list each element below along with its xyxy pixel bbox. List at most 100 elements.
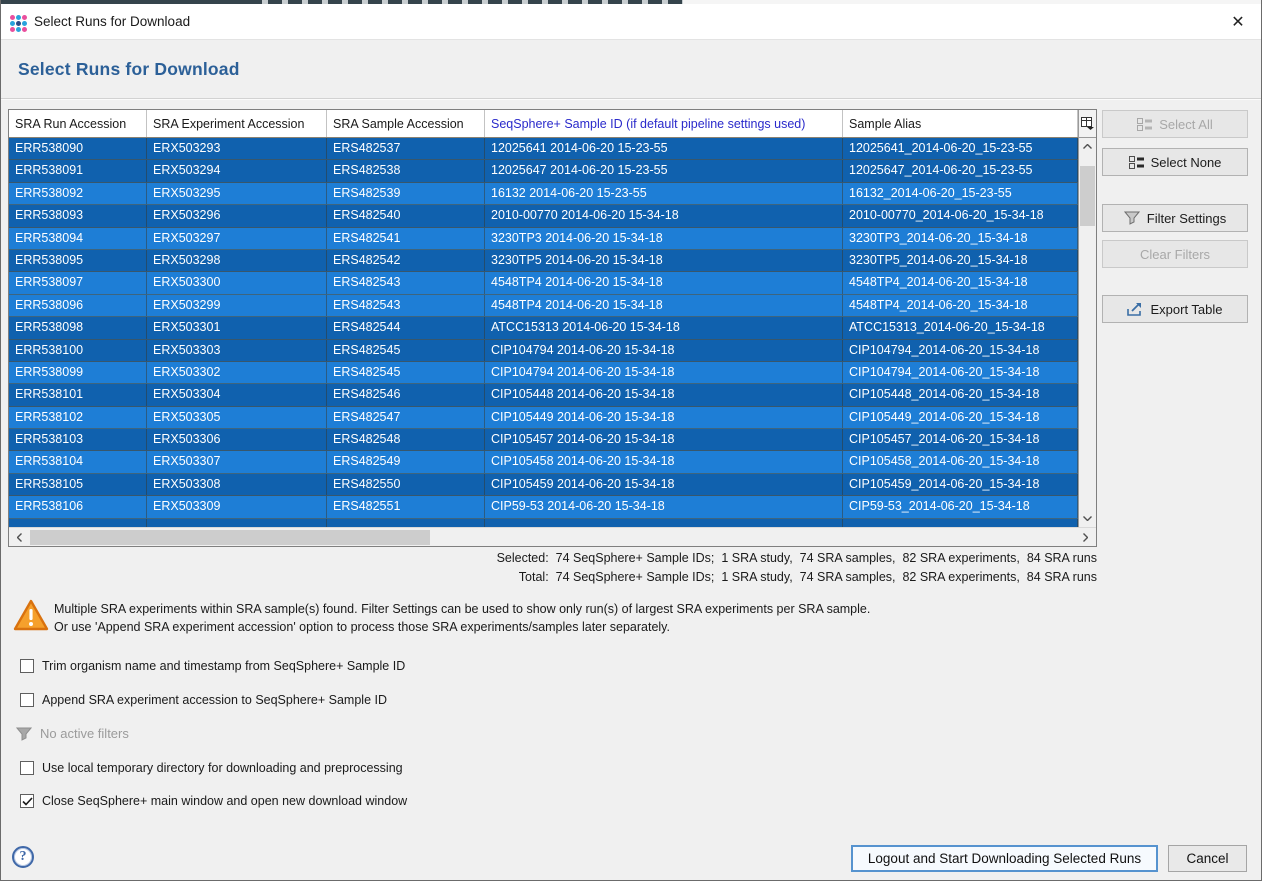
button-label: Clear Filters	[1140, 247, 1210, 262]
table-row[interactable]: ERR538091ERX503294ERS48253812025647 2014…	[9, 160, 1078, 182]
select-none-icon	[1129, 156, 1144, 169]
table-cell: 4548TP4_2014-06-20_15-34-18	[843, 272, 1078, 293]
table-cell: ERR538094	[9, 228, 147, 249]
table-cell: ATCC15313 2014-06-20 15-34-18	[485, 317, 843, 338]
table-row[interactable]: ERR538102ERX503305ERS482547CIP105449 201…	[9, 407, 1078, 429]
table-cell: ERX503298	[147, 250, 327, 271]
table-cell: CIP105459 2014-06-20 15-34-18	[485, 474, 843, 495]
table-cell: CIP105449 2014-06-20 15-34-18	[485, 407, 843, 428]
table-row[interactable]: ERR538098ERX503301ERS482544ATCC15313 201…	[9, 317, 1078, 339]
help-icon[interactable]: ?	[12, 846, 34, 868]
table-cell: CIP59-53_2014-06-20_15-34-18	[843, 496, 1078, 517]
table-row[interactable]: ERR538097ERX503300ERS4825434548TP4 2014-…	[9, 272, 1078, 294]
table-row[interactable]: ERR538104ERX503307ERS482549CIP105458 201…	[9, 451, 1078, 473]
option-label: Append SRA experiment accession to SeqSp…	[42, 693, 387, 707]
table-cell: 12025641_2014-06-20_15-23-55	[843, 138, 1078, 159]
table-row[interactable]: ERR538100ERX503303ERS482545CIP104794 201…	[9, 340, 1078, 362]
table-cell: ERX503299	[147, 295, 327, 316]
table-cell	[327, 519, 485, 527]
table-cell: ERX503296	[147, 205, 327, 226]
close-main-window-option[interactable]: Close SeqSphere+ main window and open ne…	[20, 794, 407, 808]
table-cell: ERS482549	[327, 451, 485, 472]
table-row[interactable]: ERR538095ERX503298ERS4825423230TP5 2014-…	[9, 250, 1078, 272]
table-cell: ERR538093	[9, 205, 147, 226]
table-cell: ERS482546	[327, 384, 485, 405]
table-cell: ERR538092	[9, 183, 147, 204]
filter-icon	[1124, 211, 1140, 225]
scroll-up-icon[interactable]	[1079, 138, 1096, 155]
table-cell: ERX503295	[147, 183, 327, 204]
table-row-partial[interactable]	[9, 519, 1078, 527]
table-row[interactable]: ERR538101ERX503304ERS482546CIP105448 201…	[9, 384, 1078, 406]
table-cell: CIP105457_2014-06-20_15-34-18	[843, 429, 1078, 450]
column-header[interactable]: SRA Experiment Accession	[147, 110, 327, 137]
local-temp-dir-checkbox[interactable]	[20, 761, 34, 775]
option-label: Use local temporary directory for downlo…	[42, 761, 403, 775]
filter-status-text: No active filters	[40, 726, 129, 741]
table-cell: 3230TP3_2014-06-20_15-34-18	[843, 228, 1078, 249]
export-table-button[interactable]: Export Table	[1102, 295, 1248, 323]
table-cell: ERS482551	[327, 496, 485, 517]
table-row[interactable]: ERR538096ERX503299ERS4825434548TP4 2014-…	[9, 295, 1078, 317]
table-cell: 2010-00770 2014-06-20 15-34-18	[485, 205, 843, 226]
table-cell	[485, 519, 843, 527]
scroll-down-icon[interactable]	[1079, 510, 1096, 527]
filter-settings-button[interactable]: Filter Settings	[1102, 204, 1248, 232]
table-cell: 16132 2014-06-20 15-23-55	[485, 183, 843, 204]
scroll-left-icon[interactable]	[11, 529, 28, 546]
close-main-window-checkbox[interactable]	[20, 794, 34, 808]
table-cell: ERX503294	[147, 160, 327, 181]
close-icon[interactable]: ✕	[1224, 11, 1252, 35]
append-accession-option[interactable]: Append SRA experiment accession to SeqSp…	[20, 693, 387, 707]
append-accession-checkbox[interactable]	[20, 693, 34, 707]
vertical-scrollbar[interactable]	[1078, 138, 1096, 527]
table-cell: ERX503306	[147, 429, 327, 450]
cancel-button[interactable]: Cancel	[1168, 845, 1247, 872]
table-cell: ERX503300	[147, 272, 327, 293]
logout-and-download-button[interactable]: Logout and Start Downloading Selected Ru…	[851, 845, 1158, 872]
trim-organism-checkbox[interactable]	[20, 659, 34, 673]
table-cell: ERR538102	[9, 407, 147, 428]
column-header[interactable]: Sample Alias	[843, 110, 1078, 137]
horizontal-scrollbar-thumb[interactable]	[30, 530, 430, 545]
title-bar: Select Runs for Download ✕	[0, 4, 1262, 40]
option-label: Trim organism name and timestamp from Se…	[42, 659, 405, 673]
horizontal-scrollbar[interactable]	[9, 527, 1096, 546]
warning-line-1: Multiple SRA experiments within SRA samp…	[54, 601, 1114, 619]
table-cell: 2010-00770_2014-06-20_15-34-18	[843, 205, 1078, 226]
vertical-scrollbar-thumb[interactable]	[1080, 166, 1095, 226]
scroll-right-icon[interactable]	[1077, 529, 1094, 546]
table-cell	[843, 519, 1078, 527]
table-cell: ERR538090	[9, 138, 147, 159]
table-cell: 3230TP5_2014-06-20_15-34-18	[843, 250, 1078, 271]
column-header[interactable]: SRA Sample Accession	[327, 110, 485, 137]
table-row[interactable]: ERR538106ERX503309ERS482551CIP59-53 2014…	[9, 496, 1078, 518]
table-row[interactable]: ERR538093ERX503296ERS4825402010-00770 20…	[9, 205, 1078, 227]
table-row[interactable]: ERR538094ERX503297ERS4825413230TP3 2014-…	[9, 228, 1078, 250]
table-cell: ERS482544	[327, 317, 485, 338]
status-selected: Selected: 74 SeqSphere+ Sample IDs; 1 SR…	[8, 551, 1097, 565]
table-row[interactable]: ERR538092ERX503295ERS48253916132 2014-06…	[9, 183, 1078, 205]
table-cell: ERR538106	[9, 496, 147, 517]
separator	[0, 98, 1262, 100]
table-cell: CIP104794 2014-06-20 15-34-18	[485, 362, 843, 383]
table-cell: 12025641 2014-06-20 15-23-55	[485, 138, 843, 159]
window-title: Select Runs for Download	[34, 14, 190, 29]
table-row[interactable]: ERR538099ERX503302ERS482545CIP104794 201…	[9, 362, 1078, 384]
table-row[interactable]: ERR538103ERX503306ERS482548CIP105457 201…	[9, 429, 1078, 451]
table-row[interactable]: ERR538090ERX503293ERS48253712025641 2014…	[9, 138, 1078, 160]
column-config-button[interactable]	[1078, 110, 1096, 138]
select-none-button[interactable]: Select None	[1102, 148, 1248, 176]
trim-organism-option[interactable]: Trim organism name and timestamp from Se…	[20, 659, 405, 673]
table-row[interactable]: ERR538105ERX503308ERS482550CIP105459 201…	[9, 474, 1078, 496]
table-cell: CIP105457 2014-06-20 15-34-18	[485, 429, 843, 450]
table-cell: ERX503302	[147, 362, 327, 383]
table-cell: ERX503308	[147, 474, 327, 495]
column-header[interactable]: SeqSphere+ Sample ID (if default pipelin…	[485, 110, 843, 137]
table-cell: ERR538096	[9, 295, 147, 316]
table-cell: CIP104794_2014-06-20_15-34-18	[843, 340, 1078, 361]
table-header-row: SRA Run AccessionSRA Experiment Accessio…	[9, 110, 1078, 138]
column-header[interactable]: SRA Run Accession	[9, 110, 147, 137]
local-temp-dir-option[interactable]: Use local temporary directory for downlo…	[20, 761, 403, 775]
warning-line-2: Or use 'Append SRA experiment accession'…	[54, 619, 1114, 637]
